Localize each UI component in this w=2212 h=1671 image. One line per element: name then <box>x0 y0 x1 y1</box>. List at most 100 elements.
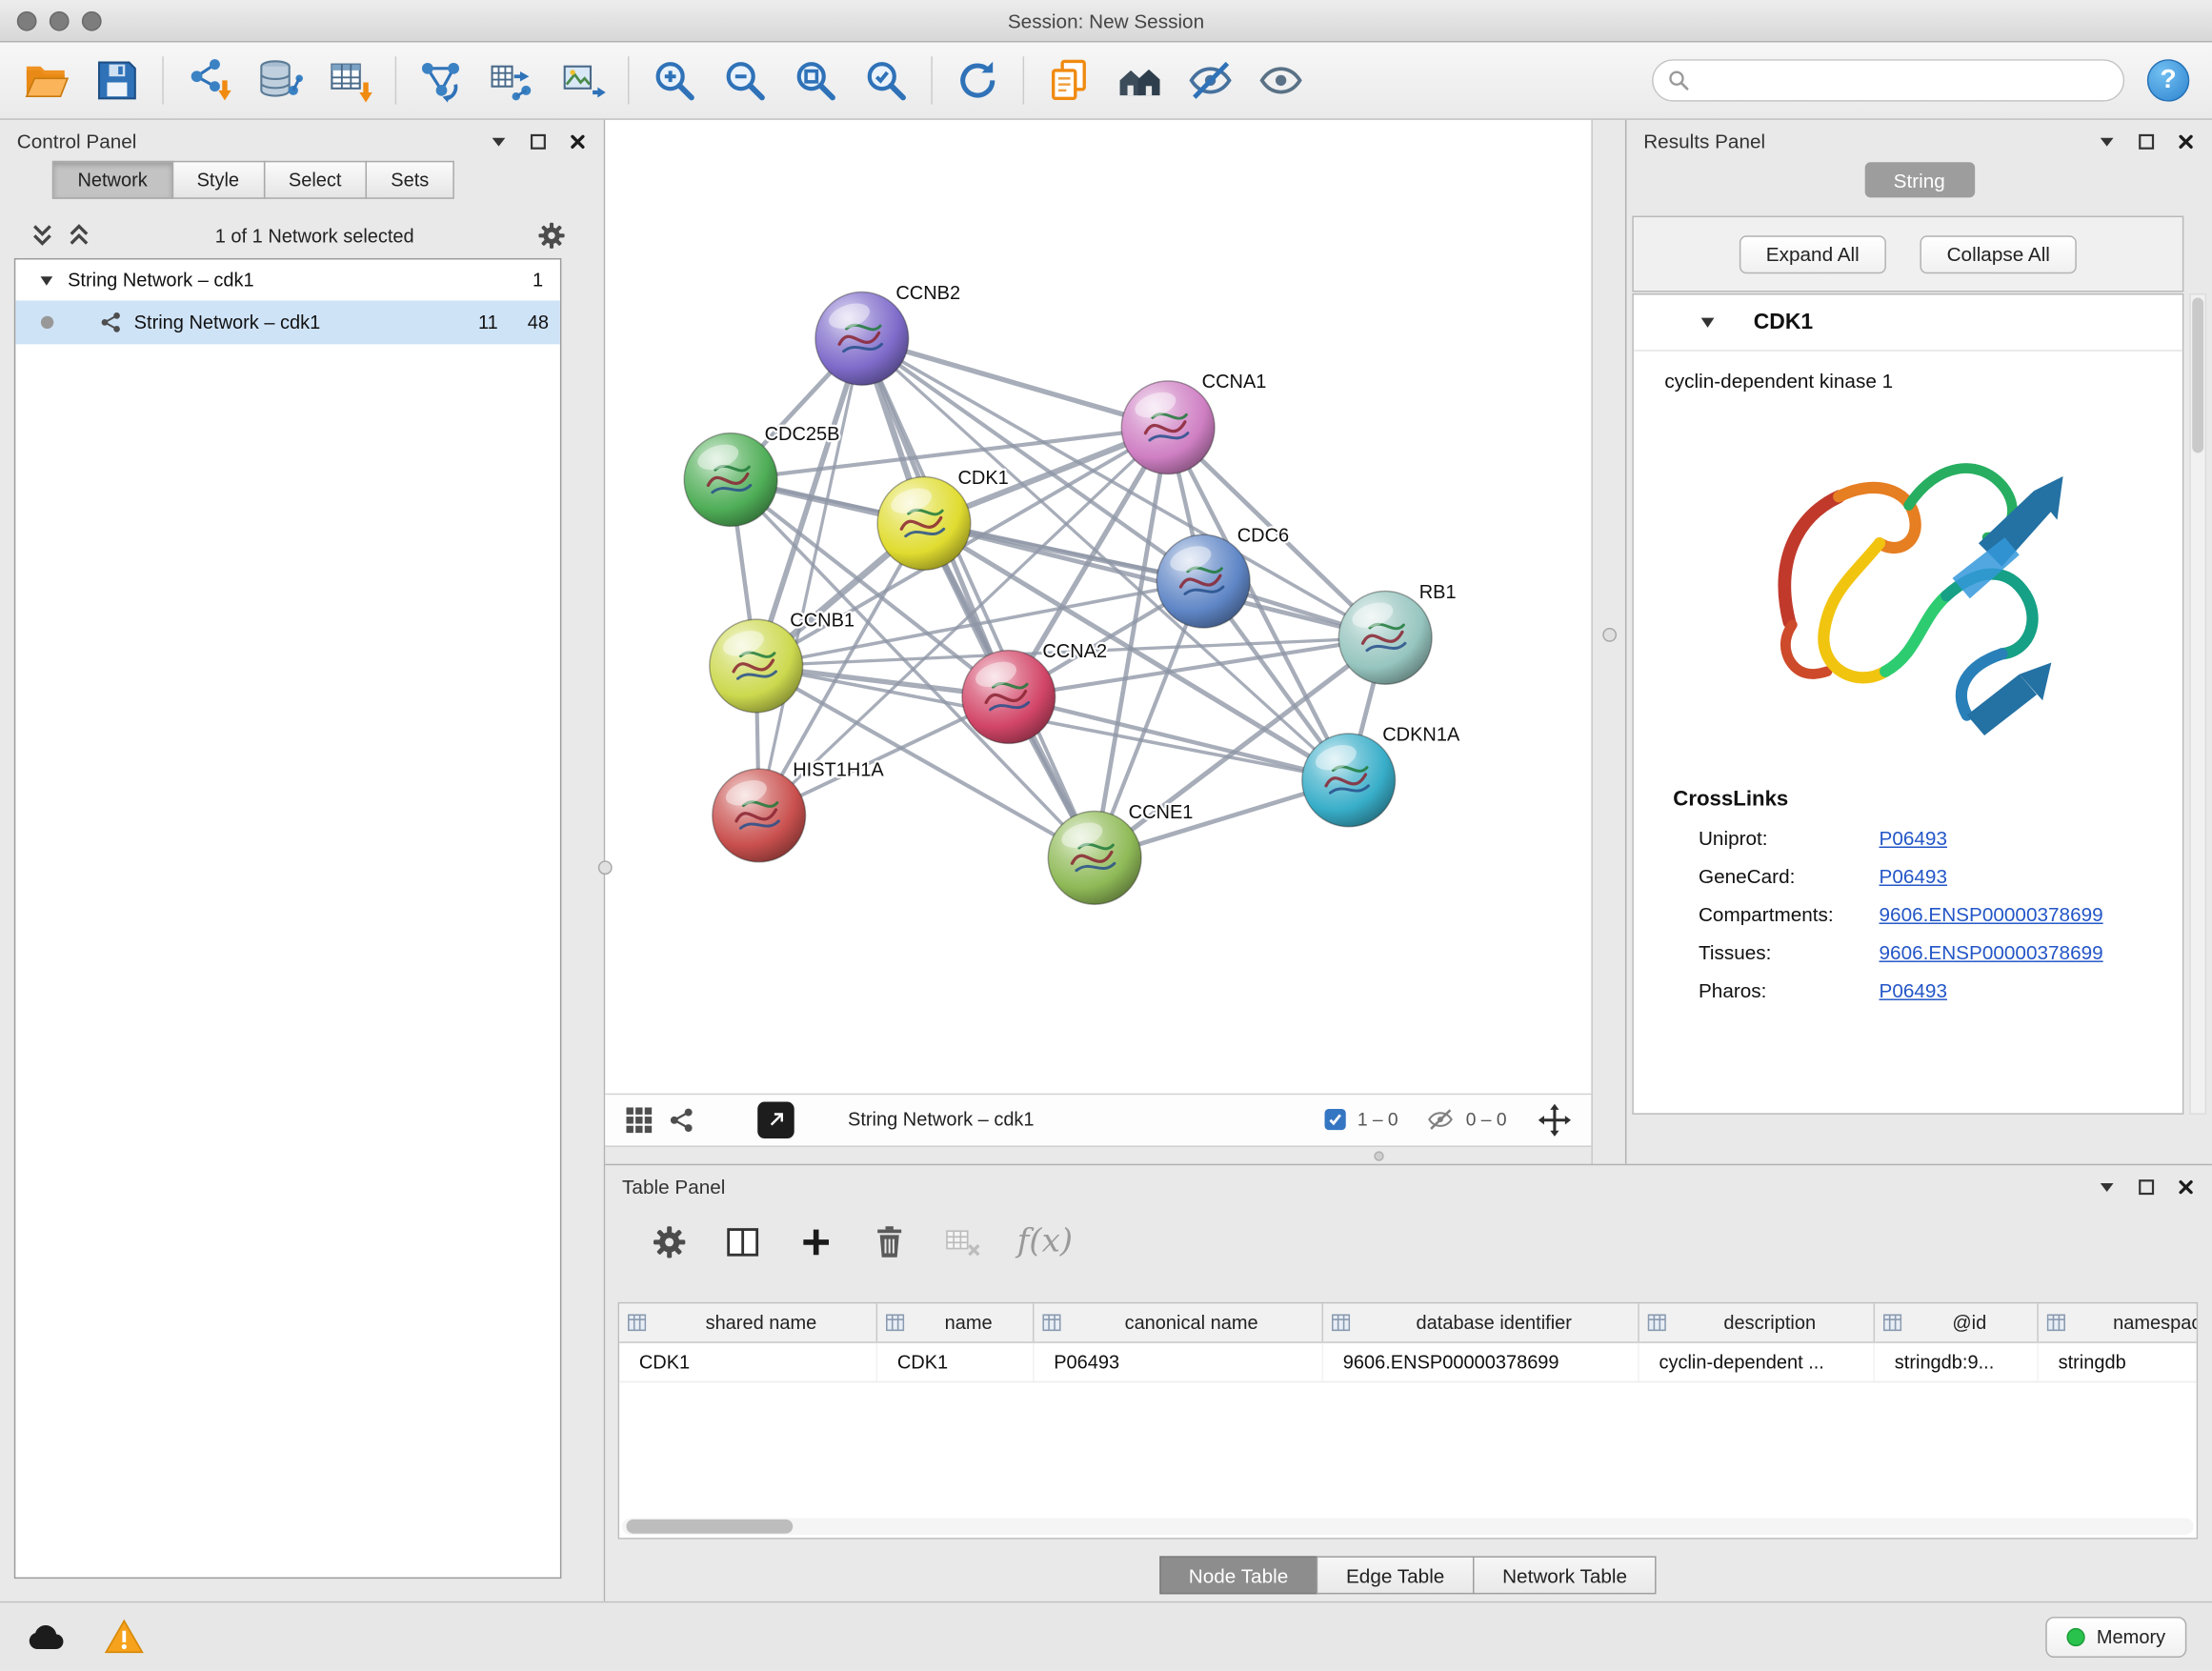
tab-sets[interactable]: Sets <box>366 161 454 199</box>
network-row[interactable]: String Network – cdk1 11 48 <box>15 300 560 344</box>
float-panel-icon[interactable] <box>529 131 547 150</box>
column-header[interactable]: database identifier <box>1323 1303 1639 1341</box>
show-all-button[interactable] <box>1246 48 1317 112</box>
float-panel-icon[interactable] <box>2138 1178 2156 1196</box>
open-session-button[interactable] <box>11 48 82 112</box>
panel-menu-icon[interactable] <box>490 131 508 150</box>
delete-column-icon[interactable] <box>871 1222 909 1260</box>
selected-checkbox-icon[interactable] <box>1325 1109 1346 1130</box>
save-session-button[interactable] <box>82 48 152 112</box>
close-window-button[interactable] <box>17 10 37 30</box>
zoom-in-button[interactable] <box>639 48 710 112</box>
expand-all-button[interactable]: Expand All <box>1739 235 1886 273</box>
crosslink-link[interactable]: 9606.ENSP00000378699 <box>1880 941 2103 964</box>
tab-edge-table[interactable]: Edge Table <box>1317 1556 1475 1594</box>
column-header[interactable]: @id <box>1875 1303 2039 1341</box>
collapse-tree-icon[interactable] <box>29 221 57 250</box>
tab-node-table[interactable]: Node Table <box>1159 1556 1318 1594</box>
network-node-CCNA1[interactable]: CCNA1 <box>1121 372 1266 473</box>
selected-count: 1 – 0 <box>1357 1109 1398 1130</box>
network-node-CDKN1A[interactable]: CDKN1A <box>1302 724 1460 826</box>
panel-menu-icon[interactable] <box>2098 1178 2116 1196</box>
scrollbar-thumb[interactable] <box>2192 297 2203 453</box>
network-node-CDC6[interactable]: CDC6 <box>1156 526 1289 628</box>
close-panel-icon[interactable] <box>2177 1178 2195 1196</box>
close-panel-icon[interactable] <box>569 131 587 150</box>
zoom-fit-button[interactable] <box>780 48 851 112</box>
hide-selected-button[interactable] <box>1176 48 1246 112</box>
export-image-button[interactable] <box>548 48 618 112</box>
help-button[interactable]: ? <box>2147 59 2189 101</box>
column-type-icon <box>1332 1314 1350 1332</box>
tab-network-table[interactable]: Network Table <box>1473 1556 1657 1594</box>
network-graph[interactable]: CCNB2CCNA1CDC25BCDK1CDC6RB1CCNB1CCNA2CDK… <box>605 120 1588 1094</box>
tab-network[interactable]: Network <box>52 161 173 199</box>
network-node-CCNB2[interactable]: CCNB2 <box>815 283 960 385</box>
close-panel-icon[interactable] <box>2177 131 2195 150</box>
tab-style[interactable]: Style <box>171 161 265 199</box>
birdseye-view-icon[interactable] <box>667 1105 695 1134</box>
column-header[interactable]: shared name <box>619 1303 877 1341</box>
network-node-RB1[interactable]: RB1 <box>1338 582 1456 684</box>
network-node-CDK1[interactable]: CDK1 <box>877 468 1009 570</box>
warning-icon[interactable] <box>105 1619 144 1656</box>
minimize-window-button[interactable] <box>50 10 70 30</box>
results-actions: Expand All Collapse All <box>1632 216 2183 292</box>
image-icon <box>558 56 606 104</box>
crosslink-link[interactable]: P06493 <box>1880 979 1947 1002</box>
zoom-out-button[interactable] <box>710 48 780 112</box>
birdseye-home-button[interactable] <box>1105 48 1176 112</box>
crosslink-link[interactable]: 9606.ENSP00000378699 <box>1880 903 2103 926</box>
zoom-window-button[interactable] <box>82 10 102 30</box>
document-copy-icon <box>1045 56 1093 104</box>
memory-button[interactable]: Memory <box>2046 1616 2187 1657</box>
network-node-CCNE1[interactable]: CCNE1 <box>1048 802 1193 904</box>
results-scrollbar[interactable] <box>2189 293 2206 1115</box>
crosslink-row: Pharos: P06493 <box>1699 979 2182 1002</box>
scrollbar-thumb[interactable] <box>627 1520 794 1534</box>
grid-view-icon[interactable] <box>625 1105 654 1134</box>
import-table-file-button[interactable] <box>314 48 385 112</box>
tab-select[interactable]: Select <box>263 161 367 199</box>
vertical-splitter[interactable] <box>1591 120 1625 1164</box>
collapse-all-button[interactable]: Collapse All <box>1920 235 2077 273</box>
horizontal-splitter[interactable] <box>605 1145 1591 1163</box>
table-row[interactable]: CDK1 CDK1 P06493 9606.ENSP00000378699 cy… <box>619 1343 2197 1382</box>
gene-header[interactable]: CDK1 <box>1634 294 2182 351</box>
column-header[interactable]: name <box>877 1303 1034 1341</box>
network-node-HIST1H1A[interactable]: HIST1H1A <box>713 759 885 861</box>
import-network-file-button[interactable] <box>173 48 244 112</box>
table-settings-gear-icon[interactable] <box>651 1222 689 1260</box>
column-header[interactable]: namespac <box>2039 1303 2198 1341</box>
splitter-handle[interactable] <box>1375 1151 1384 1160</box>
string-tab[interactable]: String <box>1864 162 1975 197</box>
column-header[interactable]: description <box>1639 1303 1875 1341</box>
float-panel-icon[interactable] <box>2138 131 2156 150</box>
new-network-button[interactable] <box>406 48 476 112</box>
show-columns-icon[interactable] <box>724 1222 762 1260</box>
disclosure-triangle-icon[interactable] <box>1699 313 1717 332</box>
crosslink-link[interactable]: P06493 <box>1880 865 1947 888</box>
disclosure-triangle-icon[interactable] <box>38 272 55 289</box>
expand-tree-icon[interactable] <box>65 221 93 250</box>
column-header[interactable]: canonical name <box>1034 1303 1323 1341</box>
copy-document-button[interactable] <box>1034 48 1104 112</box>
splitter-handle[interactable] <box>598 860 613 875</box>
gear-icon[interactable] <box>536 220 568 252</box>
import-network-database-button[interactable] <box>244 48 314 112</box>
network-canvas[interactable]: CCNB2CCNA1CDC25BCDK1CDC6RB1CCNB1CCNA2CDK… <box>605 120 1591 1146</box>
crosslink-link[interactable]: P06493 <box>1880 827 1947 850</box>
export-network-button[interactable] <box>477 48 548 112</box>
apply-layout-button[interactable] <box>942 48 1013 112</box>
zoom-selected-button[interactable] <box>851 48 921 112</box>
search-input[interactable] <box>1699 70 2109 91</box>
open-in-new-window-button[interactable] <box>757 1101 794 1138</box>
add-column-icon[interactable] <box>797 1222 835 1260</box>
cloud-icon[interactable] <box>26 1621 68 1651</box>
splitter-handle[interactable] <box>1602 628 1617 642</box>
network-collection-row[interactable]: String Network – cdk1 1 <box>15 259 560 300</box>
table-horizontal-scrollbar[interactable] <box>622 1518 2194 1535</box>
pan-crosshair-icon[interactable] <box>1538 1102 1572 1137</box>
panel-menu-icon[interactable] <box>2098 131 2116 150</box>
crosslink-row: Compartments: 9606.ENSP00000378699 <box>1699 903 2182 926</box>
